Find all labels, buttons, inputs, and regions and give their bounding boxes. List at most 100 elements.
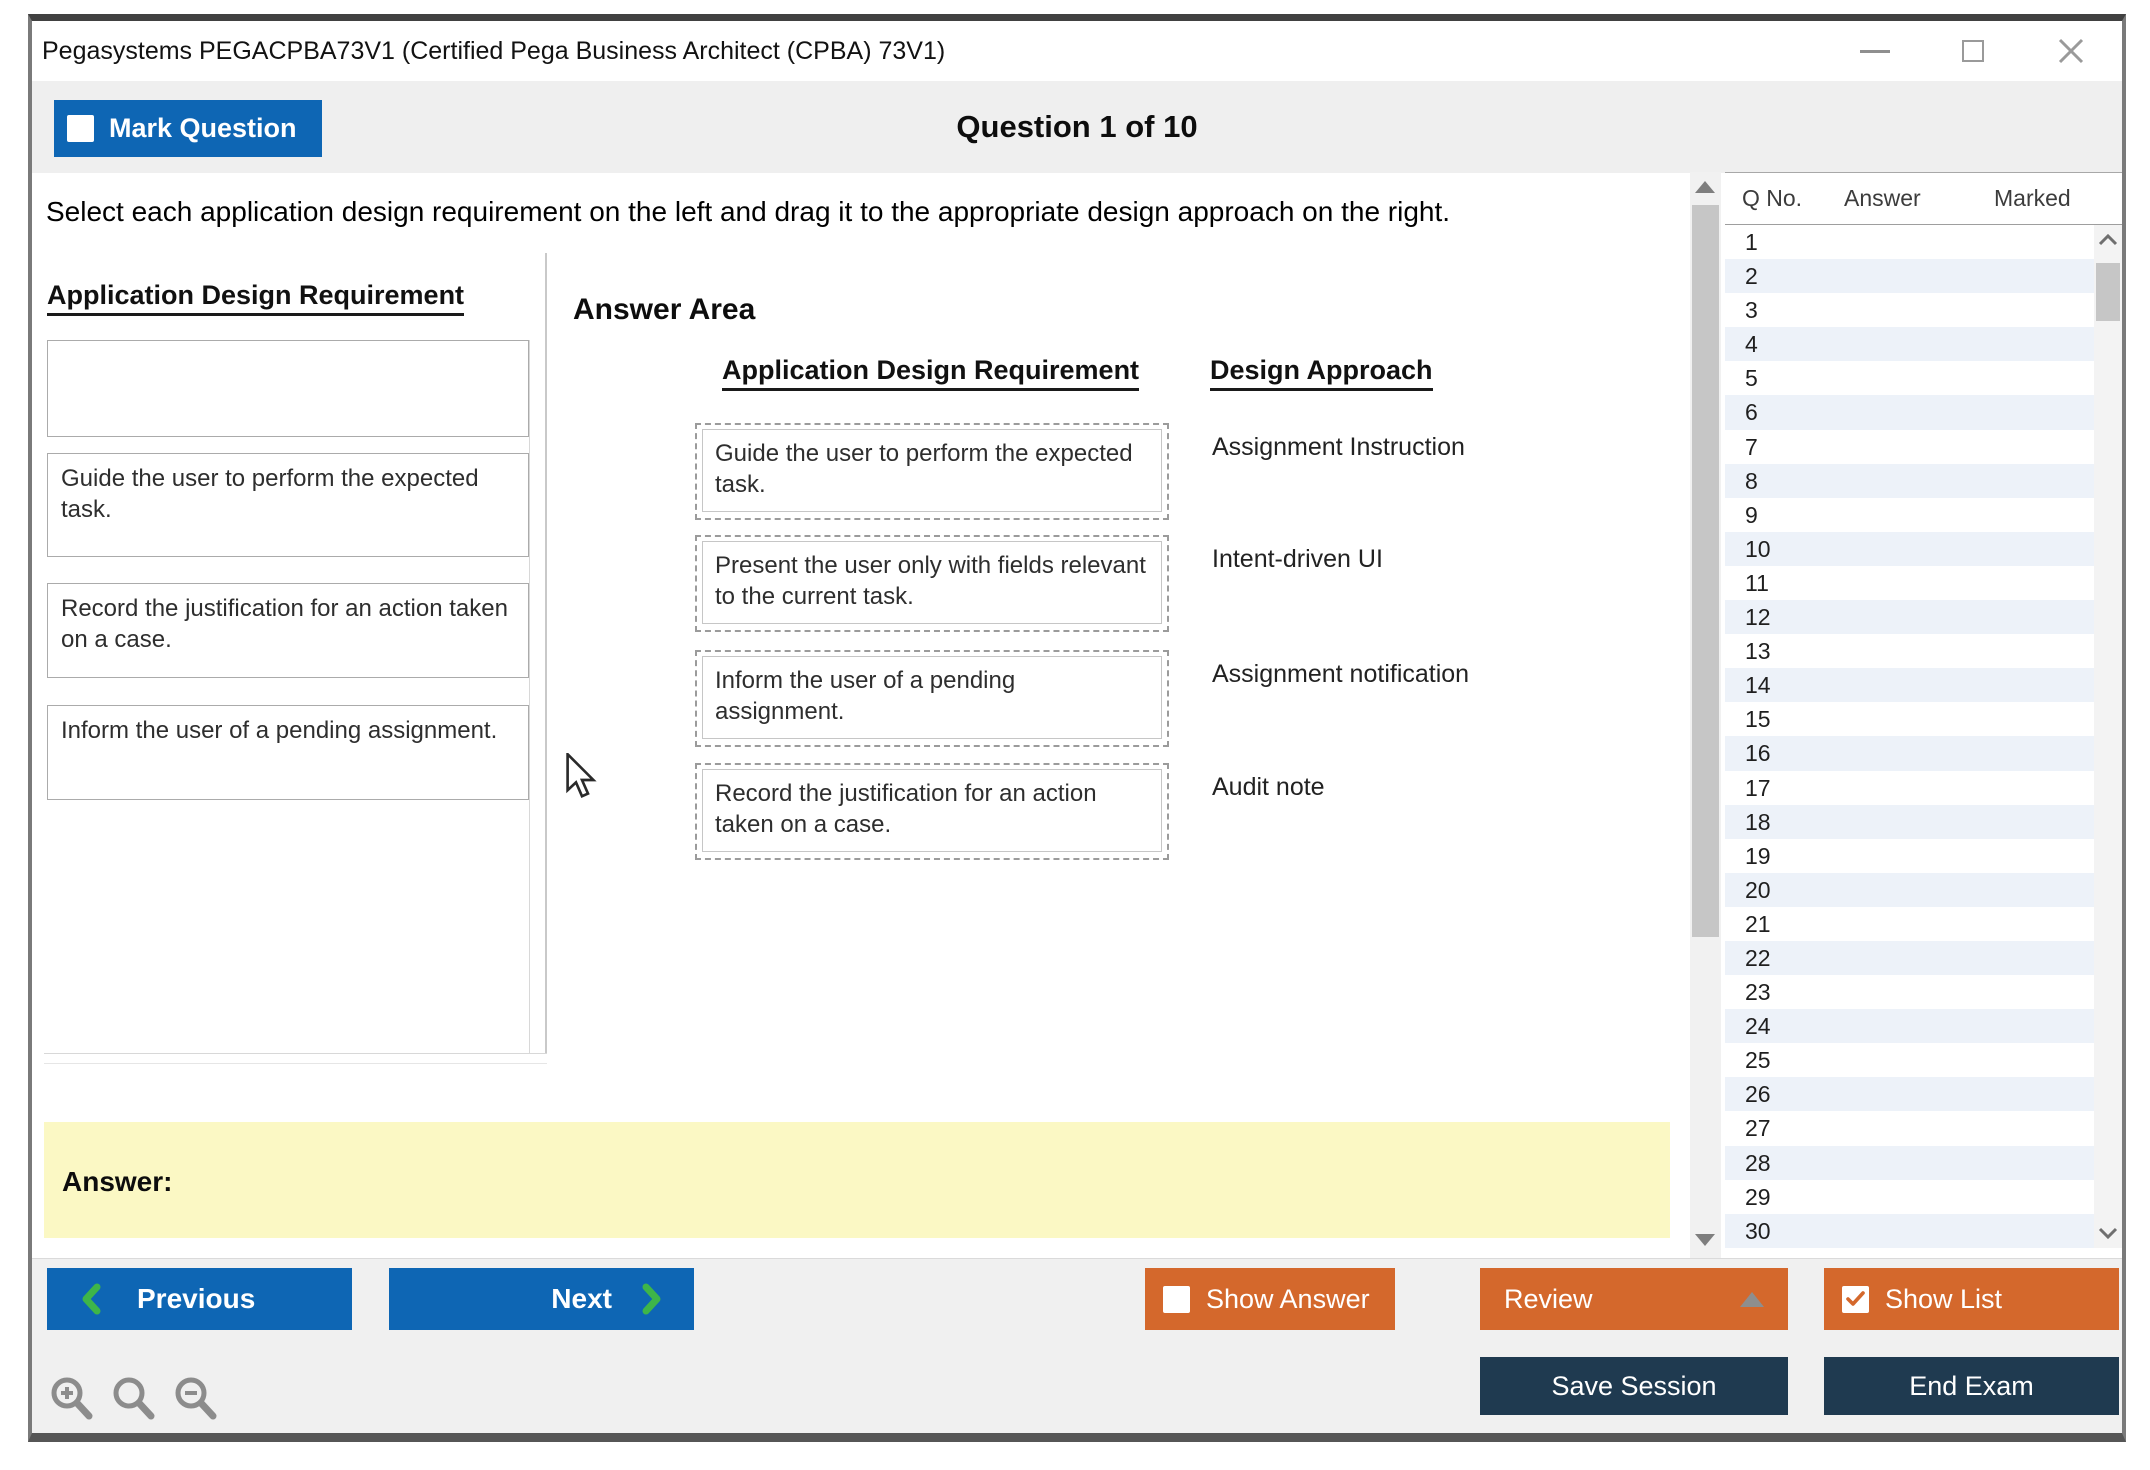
question-list-row[interactable]: 11 [1725,566,2122,600]
show-answer-button[interactable]: Show Answer [1145,1268,1395,1330]
question-list-row[interactable]: 13 [1725,634,2122,668]
approach-column-heading: Design Approach [1210,355,1433,391]
question-list-row[interactable]: 6 [1725,395,2122,429]
question-list-row[interactable]: 21 [1725,907,2122,941]
answer-slot[interactable]: Inform the user of a pending assignment. [695,650,1169,747]
previous-label: Previous [137,1283,255,1315]
panel-bottom-divider [44,1053,547,1054]
question-list-row[interactable]: 15 [1725,702,2122,736]
minimize-icon [1860,50,1890,53]
question-list-row[interactable]: 26 [1725,1077,2122,1111]
question-number: 19 [1725,839,1771,873]
answer-banner: Answer: [44,1122,1670,1238]
question-list-row[interactable]: 8 [1725,464,2122,498]
scroll-up-arrow-icon[interactable] [1695,181,1715,193]
question-list-row[interactable]: 20 [1725,873,2122,907]
question-number: 20 [1725,873,1771,907]
question-list-row[interactable]: 22 [1725,941,2122,975]
show-answer-checkbox[interactable] [1163,1286,1190,1313]
question-list-row[interactable]: 27 [1725,1111,2122,1145]
question-list-row[interactable]: 30 [1725,1214,2122,1248]
mark-question-button[interactable]: Mark Question [54,100,322,157]
question-list-row[interactable]: 9 [1725,498,2122,532]
dropped-requirement[interactable]: Present the user only with fields releva… [702,541,1162,624]
dropped-requirement[interactable]: Inform the user of a pending assignment. [702,656,1162,739]
question-list-row[interactable]: 3 [1725,293,2122,327]
review-button[interactable]: Review [1480,1268,1788,1330]
question-list-row[interactable]: 17 [1725,771,2122,805]
main-scrollbar[interactable] [1690,172,1721,1258]
requirement-item[interactable]: Inform the user of a pending assignment. [47,705,529,800]
question-list-row[interactable]: 25 [1725,1043,2122,1077]
mark-question-checkbox[interactable] [67,115,94,142]
question-list-row[interactable]: 29 [1725,1180,2122,1214]
review-label: Review [1504,1284,1593,1315]
requirement-item[interactable] [47,340,529,437]
zoom-reset-icon [111,1375,157,1423]
zoom-in-button[interactable] [47,1373,97,1425]
question-number: 17 [1725,771,1771,805]
previous-button[interactable]: Previous [47,1268,352,1330]
question-list-row[interactable]: 16 [1725,736,2122,770]
question-number: 22 [1725,941,1771,975]
show-answer-label: Show Answer [1206,1284,1370,1315]
answer-banner-label: Answer: [62,1166,172,1198]
panel-splitter[interactable] [545,253,547,1053]
question-number: 28 [1725,1146,1771,1180]
question-list-row[interactable]: 4 [1725,327,2122,361]
requirement-item[interactable]: Guide the user to perform the expected t… [47,453,529,557]
show-list-button[interactable]: Show List [1824,1268,2119,1330]
show-list-checkbox[interactable] [1842,1286,1869,1313]
requirement-item[interactable]: Record the justification for an action t… [47,583,529,678]
requirement-text: Present the user only with fields releva… [715,552,1146,610]
question-list-row[interactable]: 23 [1725,975,2122,1009]
question-number: 1 [1725,225,1758,259]
answer-pair: Inform the user of a pending assignment.… [695,650,1695,747]
answer-pair: Guide the user to perform the expected t… [695,423,1695,520]
save-session-button[interactable]: Save Session [1480,1357,1788,1415]
answer-slot[interactable]: Record the justification for an action t… [695,763,1169,860]
question-number: 29 [1725,1180,1771,1214]
question-list-rows: 1234567891011121314151617181920212223242… [1725,225,2122,1248]
question-list-scrollbar-thumb[interactable] [2096,263,2120,321]
question-list-row[interactable]: 1 [1725,225,2122,259]
question-list-row[interactable]: 19 [1725,839,2122,873]
question-list-row[interactable]: 7 [1725,430,2122,464]
question-list-panel: Q No. Answer Marked 12345678910111213141… [1725,172,2122,1247]
list-scroll-up-icon[interactable] [2098,233,2118,247]
answer-slot[interactable]: Guide the user to perform the expected t… [695,423,1169,520]
window-title: Pegasystems PEGACPBA73V1 (Certified Pega… [42,21,945,81]
mouse-cursor [565,753,599,801]
question-list-row[interactable]: 5 [1725,361,2122,395]
zoom-out-button[interactable] [171,1373,221,1425]
list-scroll-down-icon[interactable] [2098,1226,2118,1240]
next-button[interactable]: Next [389,1268,694,1330]
window-controls [1858,21,2088,81]
end-exam-button[interactable]: End Exam [1824,1357,2119,1415]
save-session-label: Save Session [1551,1371,1716,1402]
zoom-reset-button[interactable] [109,1373,159,1425]
question-number: 7 [1725,430,1758,464]
main-scrollbar-thumb[interactable] [1692,205,1719,937]
answer-slot[interactable]: Present the user only with fields releva… [695,535,1169,632]
question-list-row[interactable]: 24 [1725,1009,2122,1043]
panel-divider [529,340,530,1053]
end-exam-label: End Exam [1909,1371,2034,1402]
question-number: 26 [1725,1077,1771,1111]
question-list-scrollbar[interactable] [2094,225,2122,1248]
scroll-down-arrow-icon[interactable] [1695,1234,1715,1246]
dropped-requirement[interactable]: Guide the user to perform the expected t… [702,429,1162,512]
question-list-row[interactable]: 12 [1725,600,2122,634]
close-button[interactable] [2054,34,2088,68]
question-list-row[interactable]: 10 [1725,532,2122,566]
question-number: 3 [1725,293,1758,327]
question-number: 21 [1725,907,1771,941]
question-list-row[interactable]: 28 [1725,1146,2122,1180]
dropped-requirement[interactable]: Record the justification for an action t… [702,769,1162,852]
maximize-button[interactable] [1956,34,1990,68]
question-list-row[interactable]: 14 [1725,668,2122,702]
question-list-row[interactable]: 2 [1725,259,2122,293]
minimize-button[interactable] [1858,34,1892,68]
design-approach-label: Audit note [1212,763,1325,802]
question-list-row[interactable]: 18 [1725,805,2122,839]
